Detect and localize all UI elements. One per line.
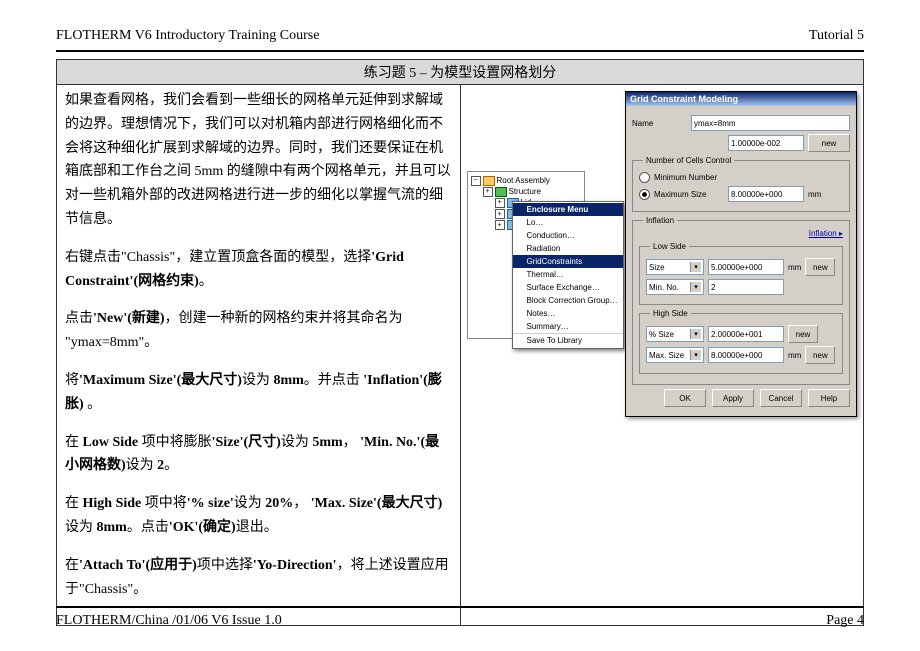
max-size-field[interactable]: 8.00000e+000 <box>728 186 804 202</box>
low-new-button[interactable]: new <box>805 258 835 276</box>
menu-item-block[interactable]: Block Correction Group… <box>513 294 623 307</box>
num-cells-legend: Number of Cells Control <box>643 156 734 165</box>
high-side-legend: High Side <box>650 309 691 318</box>
help-button[interactable]: Help <box>808 389 850 407</box>
max-size-label: Maximum Size <box>654 190 724 199</box>
cancel-button[interactable]: Cancel <box>760 389 802 407</box>
chevron-down-icon: ▾ <box>690 262 701 272</box>
low-side-legend: Low Side <box>650 242 689 251</box>
para-1: 如果查看网格，我们会看到一些细长的网格单元延伸到求解域的边界。理想情况下，我们可… <box>65 89 452 232</box>
low-minno-dropdown[interactable]: Min. No.▾ <box>646 279 704 295</box>
para-5: 在 Low Side 项中将膨胀'Size'(尺寸)设为 5mm， 'Min. … <box>65 431 452 479</box>
high-side-fieldset: High Side % Size▾ 2.00000e+001 new Max. … <box>639 309 843 374</box>
chevron-down-icon: ▾ <box>690 350 701 360</box>
chevron-down-icon: ▾ <box>690 282 701 292</box>
high-new-button[interactable]: new <box>788 325 818 343</box>
inflation-fieldset: Inflation Inflation ▸ Low Side Size▾ 5.0… <box>632 216 850 385</box>
expand-icon[interactable]: + <box>495 198 505 208</box>
expand-icon[interactable]: + <box>495 220 505 230</box>
para-3: 点击'New'(新建)，创建一种新的网格约束并将其命名为 "ymax=8mm"。 <box>65 307 452 355</box>
menu-item-save[interactable]: Save To Library <box>513 333 623 347</box>
screenshot-mock: −Root Assembly +Structure +Lid +Lo… +Rad… <box>467 91 858 351</box>
radio-min-number[interactable] <box>639 172 650 183</box>
expand-icon[interactable]: + <box>483 187 493 197</box>
para-6: 在 High Side 项中将'% size'设为 20%， 'Max. Siz… <box>65 492 452 540</box>
apply-button[interactable]: Apply <box>712 389 754 407</box>
inflation-legend: Inflation <box>643 216 677 225</box>
low-side-fieldset: Low Side Size▾ 5.00000e+000 mm new Min. … <box>639 242 843 305</box>
unit-label: mm <box>788 263 801 272</box>
content-table: 练习题 5 – 为模型设置网格划分 如果查看网格，我们会看到一些细长的网格单元延… <box>56 59 864 626</box>
menu-item-gridconstraints[interactable]: GridConstraints <box>513 255 623 268</box>
para-7: 在'Attach To'(应用于)项中选择'Yo-Direction'，将上述设… <box>65 554 452 602</box>
high-psize-dropdown[interactable]: % Size▾ <box>646 326 704 342</box>
inflation-link[interactable]: Inflation ▸ <box>639 229 843 238</box>
folder-icon <box>483 176 495 186</box>
menu-title: Enclosure Menu <box>513 203 623 216</box>
name-label: Name <box>632 119 687 128</box>
min-number-label: Minimum Number <box>654 173 717 182</box>
screenshot-cell: −Root Assembly +Structure +Lid +Lo… +Rad… <box>460 85 864 626</box>
high-new-button-2[interactable]: new <box>805 346 835 364</box>
menu-item-notes[interactable]: Notes… <box>513 307 623 320</box>
menu-item-surface[interactable]: Surface Exchange… <box>513 281 623 294</box>
page-footer: FLOTHERM/China /01/06 V6 Issue 1.0 Page … <box>56 599 864 629</box>
context-menu: Enclosure Menu Lo… Conduction… Radiation… <box>512 201 624 349</box>
tree-structure[interactable]: Structure <box>509 186 541 197</box>
para-4: 将'Maximum Size'(最大尺寸)设为 8mm。并点击 'Inflati… <box>65 369 452 417</box>
unit-label: mm <box>788 351 801 360</box>
menu-item-summary[interactable]: Summary… <box>513 320 623 333</box>
footer-right: Page 4 <box>826 613 864 629</box>
para-2: 右键点击"Chassis"，建立置顶盒各面的模型，选择'Grid Constra… <box>65 246 452 294</box>
radio-max-size[interactable] <box>639 189 650 200</box>
cube-icon <box>495 187 507 197</box>
low-size-field[interactable]: 5.00000e+000 <box>708 259 784 275</box>
expand-icon[interactable]: + <box>495 209 505 219</box>
header-right: Tutorial 5 <box>809 28 864 44</box>
footer-left: FLOTHERM/China /01/06 V6 Issue 1.0 <box>56 613 282 629</box>
value-field[interactable]: 1.00000e-002 <box>728 135 804 151</box>
menu-item-thermal[interactable]: Thermal… <box>513 268 623 281</box>
menu-item-radiation[interactable]: Radiation <box>513 242 623 255</box>
tree-root[interactable]: Root Assembly <box>497 175 550 186</box>
dialog-title: Grid Constraint Modeling <box>626 92 856 106</box>
ok-button[interactable]: OK <box>664 389 706 407</box>
new-button[interactable]: new <box>808 134 850 152</box>
low-minno-field[interactable]: 2 <box>708 279 784 295</box>
num-cells-fieldset: Number of Cells Control Minimum Number M… <box>632 156 850 212</box>
low-size-dropdown[interactable]: Size▾ <box>646 259 704 275</box>
instructions-cell: 如果查看网格，我们会看到一些细长的网格单元延伸到求解域的边界。理想情况下，我们可… <box>57 85 461 626</box>
chevron-down-icon: ▾ <box>690 329 701 339</box>
grid-constraint-dialog: Grid Constraint Modeling Name ymax=8mm 1… <box>625 91 857 417</box>
high-maxsize-dropdown[interactable]: Max. Size▾ <box>646 347 704 363</box>
exercise-title: 练习题 5 – 为模型设置网格划分 <box>57 60 864 85</box>
bottom-rule <box>56 606 864 608</box>
top-rule <box>56 50 864 52</box>
expand-icon[interactable]: − <box>471 176 481 186</box>
unit-label: mm <box>808 190 821 199</box>
menu-item-location[interactable]: Lo… <box>513 216 623 229</box>
high-psize-field[interactable]: 2.00000e+001 <box>708 326 784 342</box>
name-field[interactable]: ymax=8mm <box>691 115 850 131</box>
header-left: FLOTHERM V6 Introductory Training Course <box>56 28 319 44</box>
menu-item-conduction[interactable]: Conduction… <box>513 229 623 242</box>
high-maxsize-field[interactable]: 8.00000e+000 <box>708 347 784 363</box>
